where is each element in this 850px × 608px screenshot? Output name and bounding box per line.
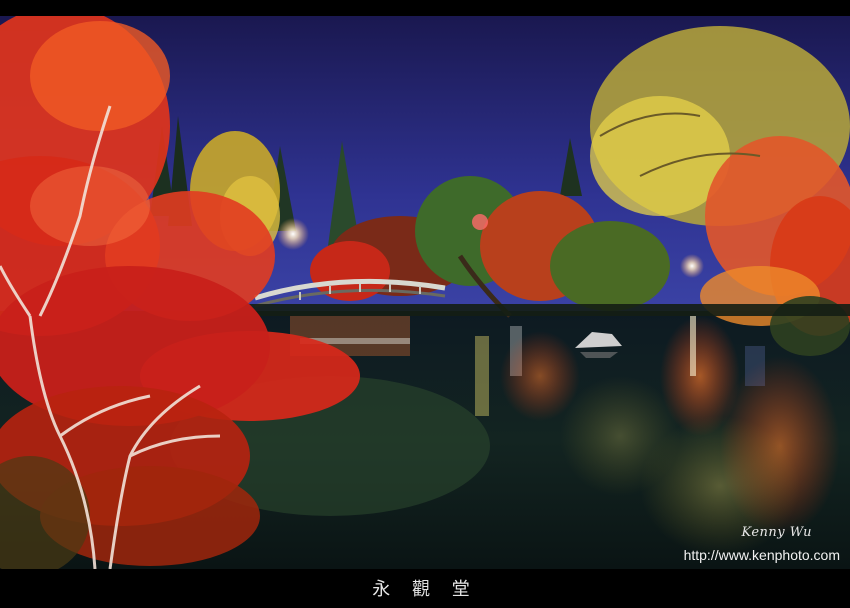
watermark-signature: Kenny Wu [741, 525, 812, 540]
photo-caption: 永 觀 堂 [372, 579, 478, 600]
photo-frame: Kenny Wu http://www.kenphoto.com 永 觀 堂 [0, 0, 850, 608]
photo-scene [0, 16, 850, 569]
night-pond-photo [0, 16, 850, 569]
watermark-url: http://www.kenphoto.com [683, 547, 840, 563]
